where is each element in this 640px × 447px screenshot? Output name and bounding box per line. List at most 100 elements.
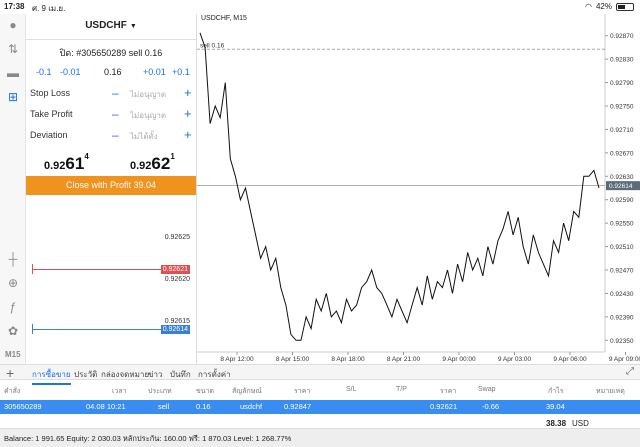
divider <box>26 39 196 40</box>
symbol-selector[interactable]: USDCHF ▼ <box>26 20 196 31</box>
chart-x-tick-label: 8 Apr 15:00 <box>276 356 310 363</box>
cell-order: 305650289 <box>4 402 42 411</box>
volume-plus-0.01[interactable]: +0.01 <box>143 67 166 77</box>
account-icon[interactable]: ● <box>6 18 20 32</box>
col-order: คำสั่ง <box>4 388 21 395</box>
chart-y-tick-label: 0.92430 <box>610 291 634 298</box>
table-header: คำสั่ง เวลา ประเภท ขนาด สัญลักษณ์ ราคา S… <box>0 384 640 397</box>
order-panel: USDCHF ▼ ปิด: #305650289 sell 0.16 -0.1 -… <box>26 14 196 364</box>
ask-price-pip: 1 <box>170 152 175 161</box>
battery-icon <box>616 2 634 11</box>
chart-y-tick-label: 0.92790 <box>610 80 634 87</box>
stop-loss-minus-button[interactable]: – <box>112 86 119 100</box>
bid-price-prefix: 0.92 <box>44 160 66 172</box>
indicators-icon[interactable]: ⊕ <box>6 276 20 290</box>
col-swap: Swap <box>478 386 496 393</box>
ask-level-tag: 0.92621 <box>160 265 190 274</box>
cell-profit: 39.04 <box>546 402 565 411</box>
bid-level-tag: 0.92614 <box>160 325 190 334</box>
deviation-plus-button[interactable]: + <box>184 127 192 142</box>
status-time: 17:38 <box>4 2 25 11</box>
cell-symbol: usdchf <box>240 402 263 411</box>
tab-history[interactable]: ประวัติ <box>74 368 97 381</box>
chart-y-tick-label: 0.92470 <box>610 268 634 275</box>
balance-text: Balance: 1 991.65 Equity: 2 030.03 หลักป… <box>4 434 292 443</box>
cell-price: 0.92847 <box>284 402 312 411</box>
crosshair-icon[interactable]: ┼ <box>6 252 20 266</box>
new-order-icon[interactable]: ⊞ <box>6 90 20 104</box>
bid-price-pip: 4 <box>84 152 89 161</box>
chart-y-tick-label: 0.92750 <box>610 104 634 111</box>
objects-icon[interactable]: ✿ <box>6 324 20 338</box>
col-current-price: ราคา <box>440 388 457 395</box>
cell-current-price: 0.92621 <box>430 402 458 411</box>
col-comment: หมายเหตุ <box>596 388 625 395</box>
status-bar: 17:38 ศ. 9 เม.ย. ◠ 42% <box>0 0 640 14</box>
take-profit-label: Take Profit <box>30 109 73 119</box>
cell-type: sell <box>158 402 170 411</box>
take-profit-plus-button[interactable]: + <box>184 106 192 121</box>
chart-x-tick-label: 8 Apr 12:00 <box>220 356 254 363</box>
timeframe-label[interactable]: M15 <box>5 350 21 359</box>
volume-value[interactable]: 0.16 <box>104 67 122 77</box>
col-type: ประเภท <box>148 388 172 395</box>
profit-total: 38.38 USD <box>0 418 640 428</box>
col-volume: ขนาด <box>196 388 215 395</box>
tab-mailbox[interactable]: กล่องจดหมาย <box>101 368 149 381</box>
wifi-icon: ◠ <box>585 2 592 11</box>
depth-level: 0.92615 <box>164 318 190 325</box>
tab-settings[interactable]: การตั้งค่า <box>198 368 231 381</box>
bottom-tab-bar: + การซื้อขาย ประวัติ กล่องจดหมาย ข่าว บั… <box>0 364 640 385</box>
take-profit-minus-button[interactable]: – <box>112 107 119 121</box>
tab-journal[interactable]: บันทึก <box>170 368 191 381</box>
chart-y-tick-label: 0.92710 <box>610 127 634 134</box>
stop-loss-label: Stop Loss <box>30 88 71 98</box>
profit-total-currency: USD <box>572 419 589 428</box>
ask-price: 0.92621 <box>130 152 175 174</box>
balance-bar: Balance: 1 991.65 Equity: 2 030.03 หลักป… <box>0 428 640 447</box>
depth-level: 0.92625 <box>164 234 190 241</box>
chat-icon[interactable]: ▬ <box>6 66 20 80</box>
profit-total-value: 38.38 <box>546 419 567 428</box>
chart-x-tick-label: 9 Apr 09:00 <box>609 356 640 363</box>
tab-news[interactable]: ข่าว <box>148 368 162 381</box>
chart-y-tick-label: 0.92550 <box>610 221 634 228</box>
col-symbol: สัญลักษณ์ <box>232 388 262 395</box>
volume-minus-0.01[interactable]: -0.01 <box>60 67 81 77</box>
left-toolbar: ● ⇅ ▬ ⊞ ┼ ⊕ ƒ ✿ M15 <box>0 14 26 364</box>
bid-price-big: 61 <box>65 154 85 173</box>
stop-loss-plus-button[interactable]: + <box>184 85 192 100</box>
volume-stepper: -0.1 -0.01 0.16 +0.01 +0.1 <box>26 67 196 79</box>
deviation-minus-button[interactable]: – <box>112 128 119 142</box>
price-chart[interactable]: USDCHF, M15 0.92870 0.92830 0.92790 0.92750… <box>196 14 640 364</box>
chart-x-tick-label: 8 Apr 21:00 <box>387 356 421 363</box>
depth-level: 0.92620 <box>164 276 190 283</box>
symbol-name: USDCHF <box>85 20 127 31</box>
col-tp: T/P <box>396 386 407 393</box>
expand-panel-icon[interactable]: ⤢ <box>626 366 634 377</box>
close-with-profit-button[interactable]: Close with Profit 39.04 <box>26 176 196 195</box>
chart-svg[interactable]: 0.92870 0.92830 0.92790 0.92750 0.92710 0.926… <box>197 14 640 364</box>
price-series-line <box>199 32 600 341</box>
deviation-value[interactable]: ไม่ได้ตั้ง <box>130 130 158 143</box>
take-profit-row: Take Profit – ไม่อนุญาต + <box>30 106 192 122</box>
volume-plus-0.1[interactable]: +0.1 <box>172 67 190 77</box>
chart-x-tick-label: 8 Apr 18:00 <box>331 356 365 363</box>
bid-line-marker <box>32 324 33 334</box>
add-icon[interactable]: + <box>6 365 14 381</box>
col-profit: กำไร <box>548 388 564 395</box>
tab-trade[interactable]: การซื้อขาย <box>32 368 71 385</box>
stop-loss-value[interactable]: ไม่อนุญาต <box>130 88 166 101</box>
chart-x-tick-label: 9 Apr 00:00 <box>442 356 476 363</box>
battery-percent: 42% <box>595 2 612 11</box>
volume-minus-0.1[interactable]: -0.1 <box>36 67 52 77</box>
trade-arrows-icon[interactable]: ⇅ <box>6 42 20 56</box>
chart-y-tick-label: 0.92350 <box>610 338 634 345</box>
chart-y-tick-label: 0.92590 <box>610 197 634 204</box>
function-icon[interactable]: ƒ <box>6 300 20 314</box>
status-right: ◠ 42% <box>585 2 634 11</box>
position-title: ปิด: #305650289 sell 0.16 <box>59 48 163 58</box>
cell-volume: 0.16 <box>196 402 211 411</box>
table-row[interactable]: 305650289 04.08 10:21 sell 0.16 usdchf 0… <box>0 400 640 414</box>
take-profit-value[interactable]: ไม่อนุญาต <box>130 109 166 122</box>
